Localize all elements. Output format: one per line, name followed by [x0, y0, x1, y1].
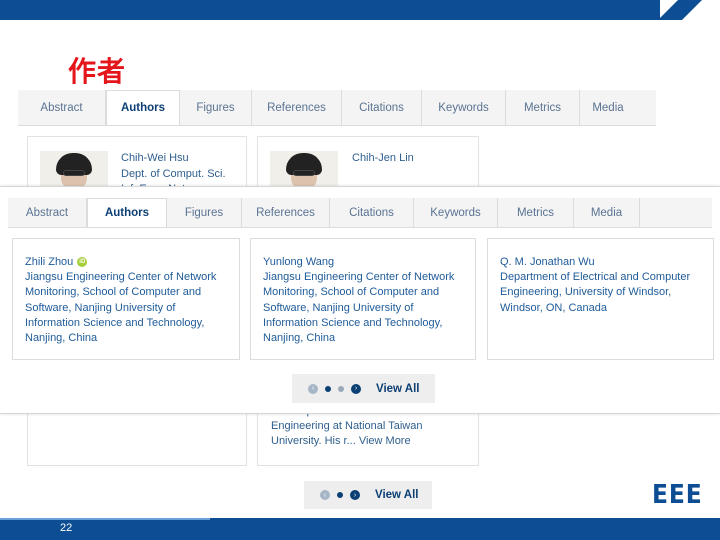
back-tab-authors[interactable]: Authors: [106, 90, 180, 125]
author-name-link[interactable]: Chih-Jen Lin: [352, 152, 414, 164]
author-card: Zhili Zhou iD Jiangsu Engineering Center …: [12, 238, 240, 360]
tab-metrics[interactable]: Metrics: [498, 198, 574, 227]
author-card: Yunlong Wang Jiangsu Engineering Center …: [250, 238, 476, 360]
authors-panel-overlay: Abstract Authors Figures References Cita…: [0, 186, 720, 414]
author-affiliation: Jiangsu Engineering Center of Network Mo…: [263, 270, 465, 346]
affiliation-line: Software, Nanjing University of: [263, 301, 414, 314]
author-affiliation: Department of Electrical and Computer En…: [500, 270, 703, 316]
affiliation-line: Engineering, University of Windsor,: [500, 286, 672, 299]
slide-bottom-bar: [0, 518, 720, 540]
pager-dot[interactable]: [338, 385, 344, 392]
tab-abstract[interactable]: Abstract: [8, 198, 87, 227]
affiliation-line: Jiangsu Engineering Center of Network: [263, 271, 455, 283]
affiliation-line: Nanjing, China: [263, 332, 336, 345]
back-tab-citations[interactable]: Citations: [342, 90, 422, 125]
author-affiliation: Jiangsu Engineering Center of Network Mo…: [25, 270, 229, 346]
tab-authors[interactable]: Authors: [87, 198, 167, 227]
view-all-button[interactable]: View All: [375, 489, 418, 501]
author-name-link[interactable]: Q. M. Jonathan Wu: [500, 255, 595, 269]
page-number: 22: [60, 522, 73, 534]
back-tab-figures[interactable]: Figures: [180, 90, 252, 125]
affiliation-line: Jiangsu Engineering Center of Network: [25, 271, 217, 283]
slide-title: 作者: [68, 55, 127, 88]
ieee-logo: EEE: [652, 480, 703, 510]
affiliation-line: Nanjing, China: [25, 332, 98, 345]
previous-arrow-icon[interactable]: ‹: [320, 490, 330, 500]
pager-dot[interactable]: [325, 385, 331, 392]
previous-arrow-icon[interactable]: ‹: [308, 383, 318, 394]
author-bio-text: University. His r...: [271, 435, 356, 447]
view-all-button[interactable]: View All: [376, 383, 419, 395]
back-pager: ‹ › View All: [304, 481, 432, 509]
affiliation-line: Information Science and Technology,: [25, 316, 205, 329]
tab-citations[interactable]: Citations: [330, 198, 414, 227]
author-bio-line: University. His r... View More: [271, 434, 471, 449]
tab-figures[interactable]: Figures: [167, 198, 242, 227]
affiliation-line: Monitoring, School of Computer and: [25, 286, 202, 299]
view-more-link[interactable]: View More: [359, 435, 411, 447]
authors-pager: ‹ › View All: [292, 374, 435, 403]
tab-media[interactable]: Media: [574, 198, 640, 227]
slide-top-bar: [0, 0, 720, 20]
back-tab-bar: Abstract Authors Figures References Cita…: [18, 90, 656, 126]
back-tab-metrics[interactable]: Metrics: [506, 90, 580, 125]
back-tab-references[interactable]: References: [252, 90, 342, 125]
back-tab-abstract[interactable]: Abstract: [18, 90, 106, 125]
author-name-link[interactable]: Chih-Wei Hsu: [121, 152, 189, 164]
back-tab-keywords[interactable]: Keywords: [422, 90, 506, 125]
author-name-link[interactable]: Yunlong Wang: [263, 255, 334, 269]
affiliation-line: Department of Electrical and Computer: [500, 271, 691, 283]
author-card: Q. M. Jonathan Wu Department of Electric…: [487, 238, 714, 360]
tab-references[interactable]: References: [242, 198, 330, 227]
author-bio-line: Engineering at National Taiwan: [271, 420, 423, 432]
next-arrow-icon[interactable]: ›: [350, 490, 360, 500]
back-tab-media[interactable]: Media: [580, 90, 636, 125]
affiliation-line: Information Science and Technology,: [263, 316, 443, 329]
orcid-icon[interactable]: iD: [77, 257, 88, 267]
affiliation-line: Monitoring, School of Computer and: [263, 286, 440, 299]
author-affiliation-line: Dept. of Comput. Sci.: [121, 168, 226, 180]
next-arrow-icon[interactable]: ›: [351, 383, 361, 394]
author-name-link[interactable]: Zhili Zhou: [25, 255, 73, 269]
affiliation-line: Windsor, ON, Canada: [500, 301, 607, 314]
tab-keywords[interactable]: Keywords: [414, 198, 498, 227]
affiliation-line: Software, Nanjing University of: [25, 301, 176, 314]
front-tab-bar: Abstract Authors Figures References Cita…: [8, 198, 712, 228]
pager-dot[interactable]: [337, 492, 343, 498]
